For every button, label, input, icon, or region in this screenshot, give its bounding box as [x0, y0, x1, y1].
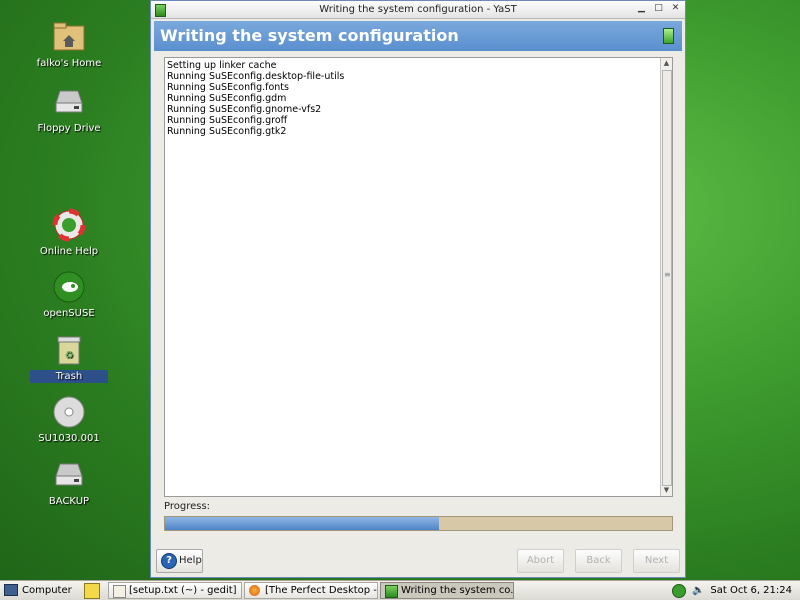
desktop-icon-cd[interactable]: SU1030.001	[30, 395, 108, 445]
log-line: Running SuSEconfig.fonts	[167, 82, 289, 93]
desktop-icon-opensuse[interactable]: openSUSE	[30, 270, 108, 320]
vertical-scrollbar[interactable]: ▲ ≡ ▼	[660, 58, 672, 496]
help-question-icon: ?	[161, 553, 177, 569]
taskbar-task-firefox[interactable]: [The Perfect Desktop - ...	[244, 582, 378, 599]
home-folder-icon	[52, 20, 86, 54]
log-line: Running SuSEconfig.gdm	[167, 93, 287, 104]
next-button[interactable]: Next	[633, 549, 680, 573]
task-label: [The Perfect Desktop - ...	[265, 585, 378, 596]
floppy-drive-icon	[52, 85, 86, 119]
desktop-icon-label: Online Help	[39, 246, 99, 257]
opensuse-logo-icon	[52, 270, 86, 304]
text-editor-icon	[113, 585, 126, 598]
page-title: Writing the system configuration	[160, 26, 459, 45]
yast-header-icon	[663, 28, 674, 44]
window-titlebar[interactable]: Writing the system configuration - YaST …	[151, 1, 685, 19]
taskbar-task-gedit[interactable]: [setup.txt (~) - gedit]	[108, 582, 242, 599]
computer-icon	[4, 584, 18, 596]
desktop-icon-backup[interactable]: BACKUP	[30, 458, 108, 508]
desktop-icon-home[interactable]: falko's Home	[30, 20, 108, 70]
progress-label: Progress:	[164, 501, 211, 512]
desktop-icon-label: openSUSE	[43, 308, 95, 319]
desktop-icon-label: SU1030.001	[38, 433, 100, 444]
scroll-grip-icon: ≡	[664, 270, 671, 279]
progress-bar	[164, 516, 673, 531]
yast-icon	[385, 585, 398, 598]
notes-launcher-icon[interactable]	[84, 583, 100, 599]
log-lines: Setting up linker cache Running SuSEconfi…	[165, 58, 672, 137]
computer-menu-label: Computer	[22, 585, 72, 596]
log-line: Setting up linker cache	[167, 60, 277, 71]
network-status-icon[interactable]	[672, 583, 687, 598]
log-line: Running SuSEconfig.groff	[167, 115, 288, 126]
yast-window: Writing the system configuration - YaST …	[150, 0, 686, 578]
window-title: Writing the system configuration - YaST	[319, 4, 517, 15]
abort-button[interactable]: Abort	[517, 549, 564, 573]
log-line: Running SuSEconfig.gtk2	[167, 126, 287, 137]
hard-drive-icon	[52, 458, 86, 492]
taskbar: Computer [setup.txt (~) - gedit] [The Pe…	[0, 580, 800, 600]
firefox-icon	[249, 585, 260, 596]
page-title-banner: Writing the system configuration	[154, 21, 682, 51]
desktop-icon-trash[interactable]: ♻ Trash	[30, 333, 108, 383]
minimize-icon[interactable]: ▁	[636, 3, 647, 14]
desktop-icon-label: Trash	[30, 370, 108, 383]
desktop-icon-label: falko's Home	[36, 58, 102, 69]
task-label: Writing the system co...	[401, 585, 514, 596]
clock[interactable]: Sat Oct 6, 21:24	[710, 583, 792, 598]
help-button[interactable]: ? Help	[156, 549, 203, 573]
trash-icon: ♻	[52, 333, 86, 367]
scroll-down-icon[interactable]: ▼	[661, 485, 672, 496]
volume-icon[interactable]: 🔈	[692, 585, 704, 597]
help-button-label: Help	[179, 555, 202, 566]
desktop-icon-online-help[interactable]: Online Help	[30, 208, 108, 258]
cd-disc-icon	[52, 395, 86, 429]
yast-icon	[155, 4, 166, 17]
svg-text:♻: ♻	[65, 350, 74, 361]
progress-fill	[165, 517, 439, 530]
desktop-icon-label: BACKUP	[48, 496, 90, 507]
log-line: Running SuSEconfig.gnome-vfs2	[167, 104, 322, 115]
desktop-icon-label: Floppy Drive	[37, 123, 101, 134]
computer-menu-button[interactable]: Computer	[4, 583, 72, 598]
back-button[interactable]: Back	[575, 549, 622, 573]
maximize-icon[interactable]: □	[653, 3, 664, 14]
task-label: [setup.txt (~) - gedit]	[129, 585, 237, 596]
desktop-icon-floppy[interactable]: Floppy Drive	[30, 85, 108, 135]
taskbar-task-yast[interactable]: Writing the system co...	[380, 582, 514, 599]
close-icon[interactable]: ✕	[670, 3, 681, 14]
scroll-thumb[interactable]: ≡	[662, 70, 672, 486]
system-tray: 🔈 Sat Oct 6, 21:24	[672, 583, 792, 598]
log-output[interactable]: Setting up linker cache Running SuSEconfi…	[164, 57, 673, 497]
lifebuoy-icon	[52, 208, 86, 242]
log-line: Running SuSEconfig.desktop-file-utils	[167, 71, 345, 82]
scroll-up-icon[interactable]: ▲	[661, 58, 672, 69]
